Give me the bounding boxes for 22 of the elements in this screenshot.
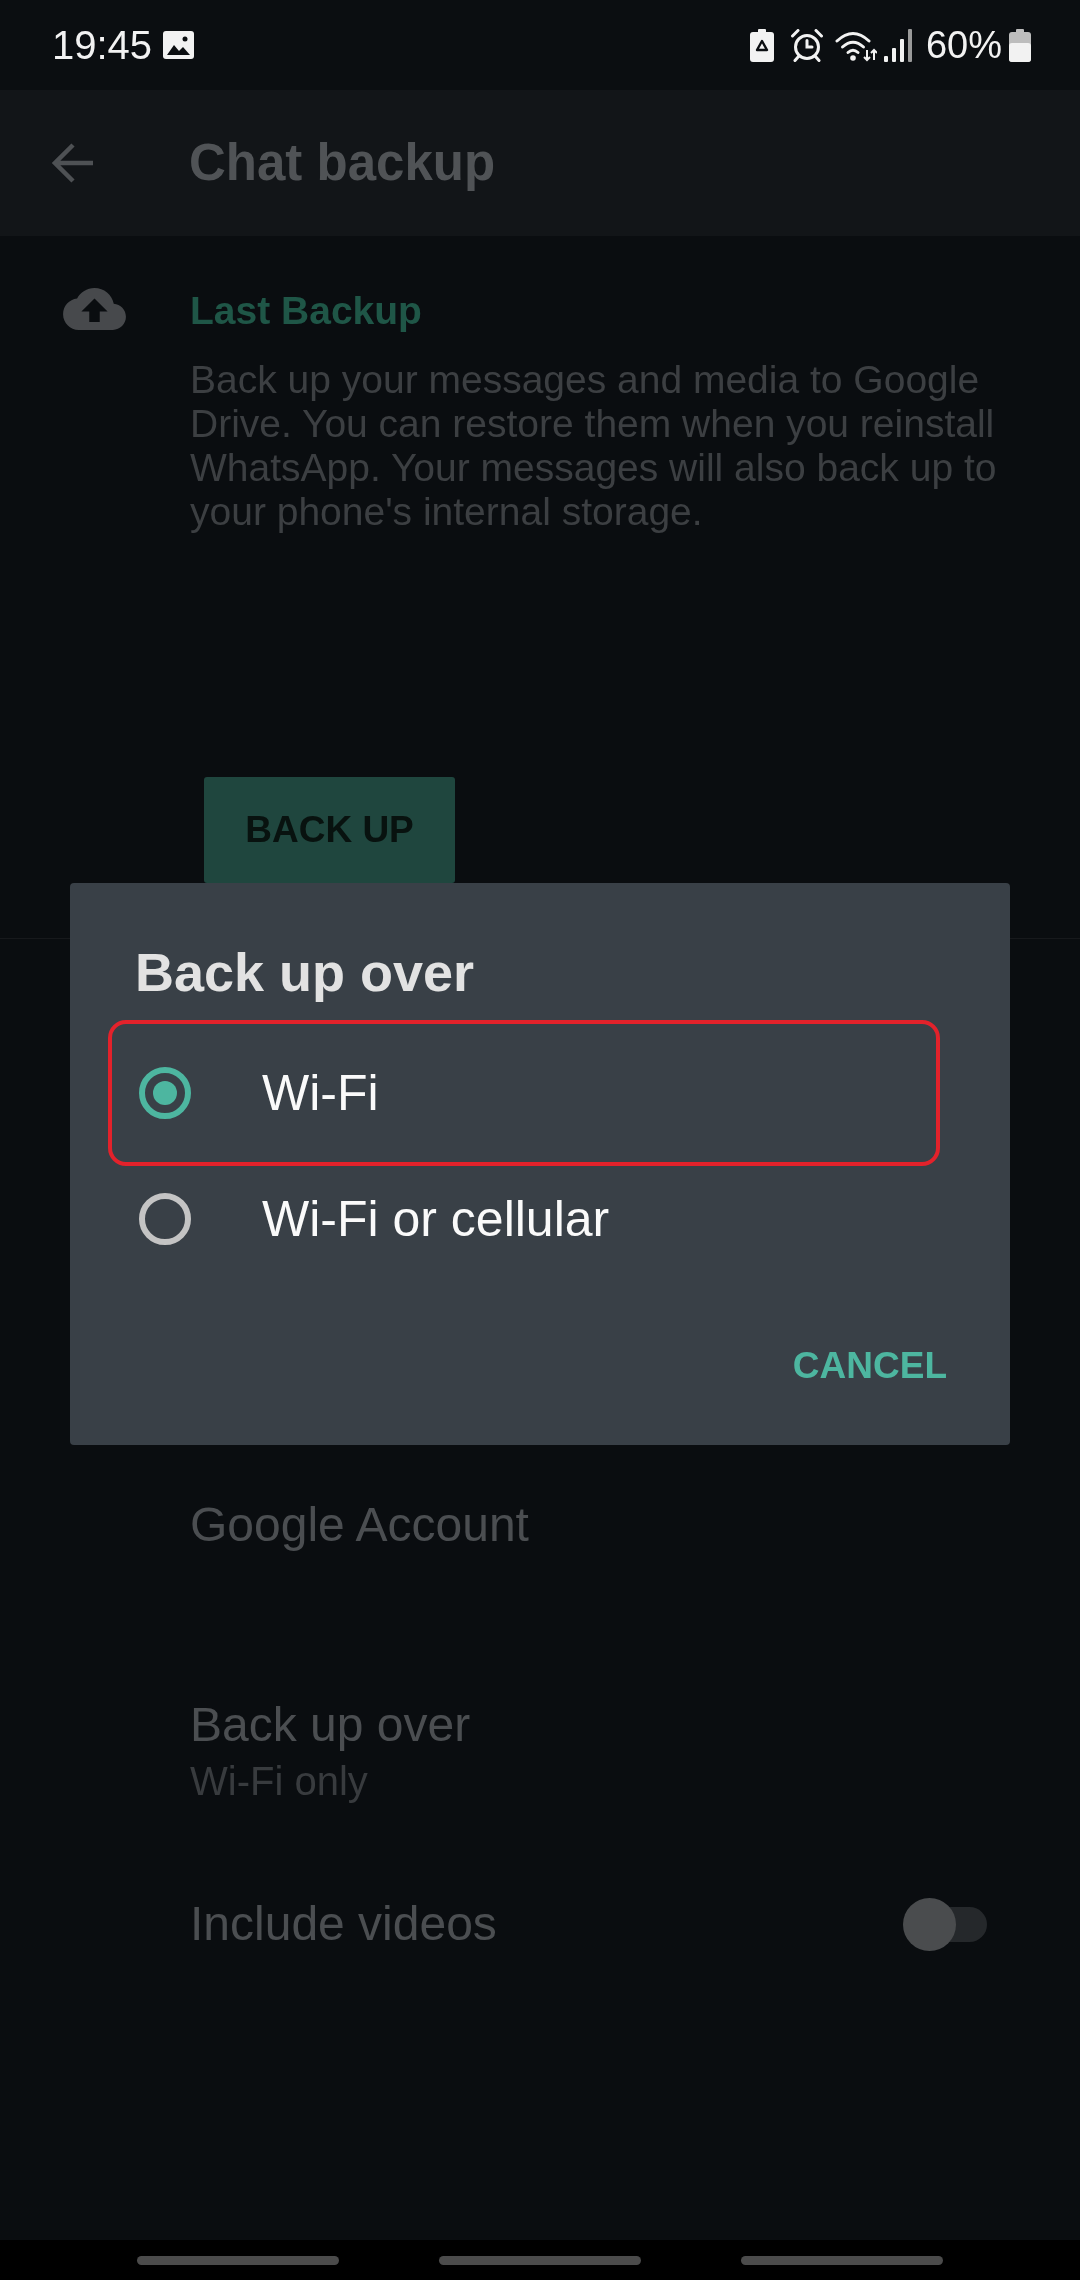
alarm-clock-icon: [789, 28, 824, 62]
battery-saver-icon: [749, 28, 774, 62]
cloud-upload-icon: [63, 288, 126, 332]
setting-title[interactable]: Back up over: [190, 1697, 471, 1753]
cancel-button[interactable]: CANCEL: [784, 1336, 955, 1396]
section-heading: Last Backup: [190, 288, 422, 334]
status-time: 19:45: [52, 22, 153, 69]
setting-title: Include videos: [190, 1896, 497, 1952]
dialog-title: Back up over: [135, 941, 475, 1004]
radio-option[interactable]: Wi-Fi: [118, 1030, 930, 1156]
setting-title[interactable]: Google Account: [190, 1497, 529, 1553]
radio-option[interactable]: Wi-Fi or cellular: [118, 1156, 930, 1282]
screen-title: Chat backup: [189, 133, 496, 193]
toggle-switch[interactable]: [903, 1897, 987, 1951]
back-icon[interactable]: [52, 142, 95, 184]
gesture-bar[interactable]: [439, 2255, 641, 2265]
image-icon: [163, 31, 195, 59]
gesture-bar[interactable]: [741, 2255, 943, 2265]
signal-icon: [883, 28, 912, 62]
battery-percent: 60%: [925, 23, 1002, 68]
gesture-bar[interactable]: [137, 2255, 339, 2265]
battery-icon: [1009, 28, 1031, 62]
